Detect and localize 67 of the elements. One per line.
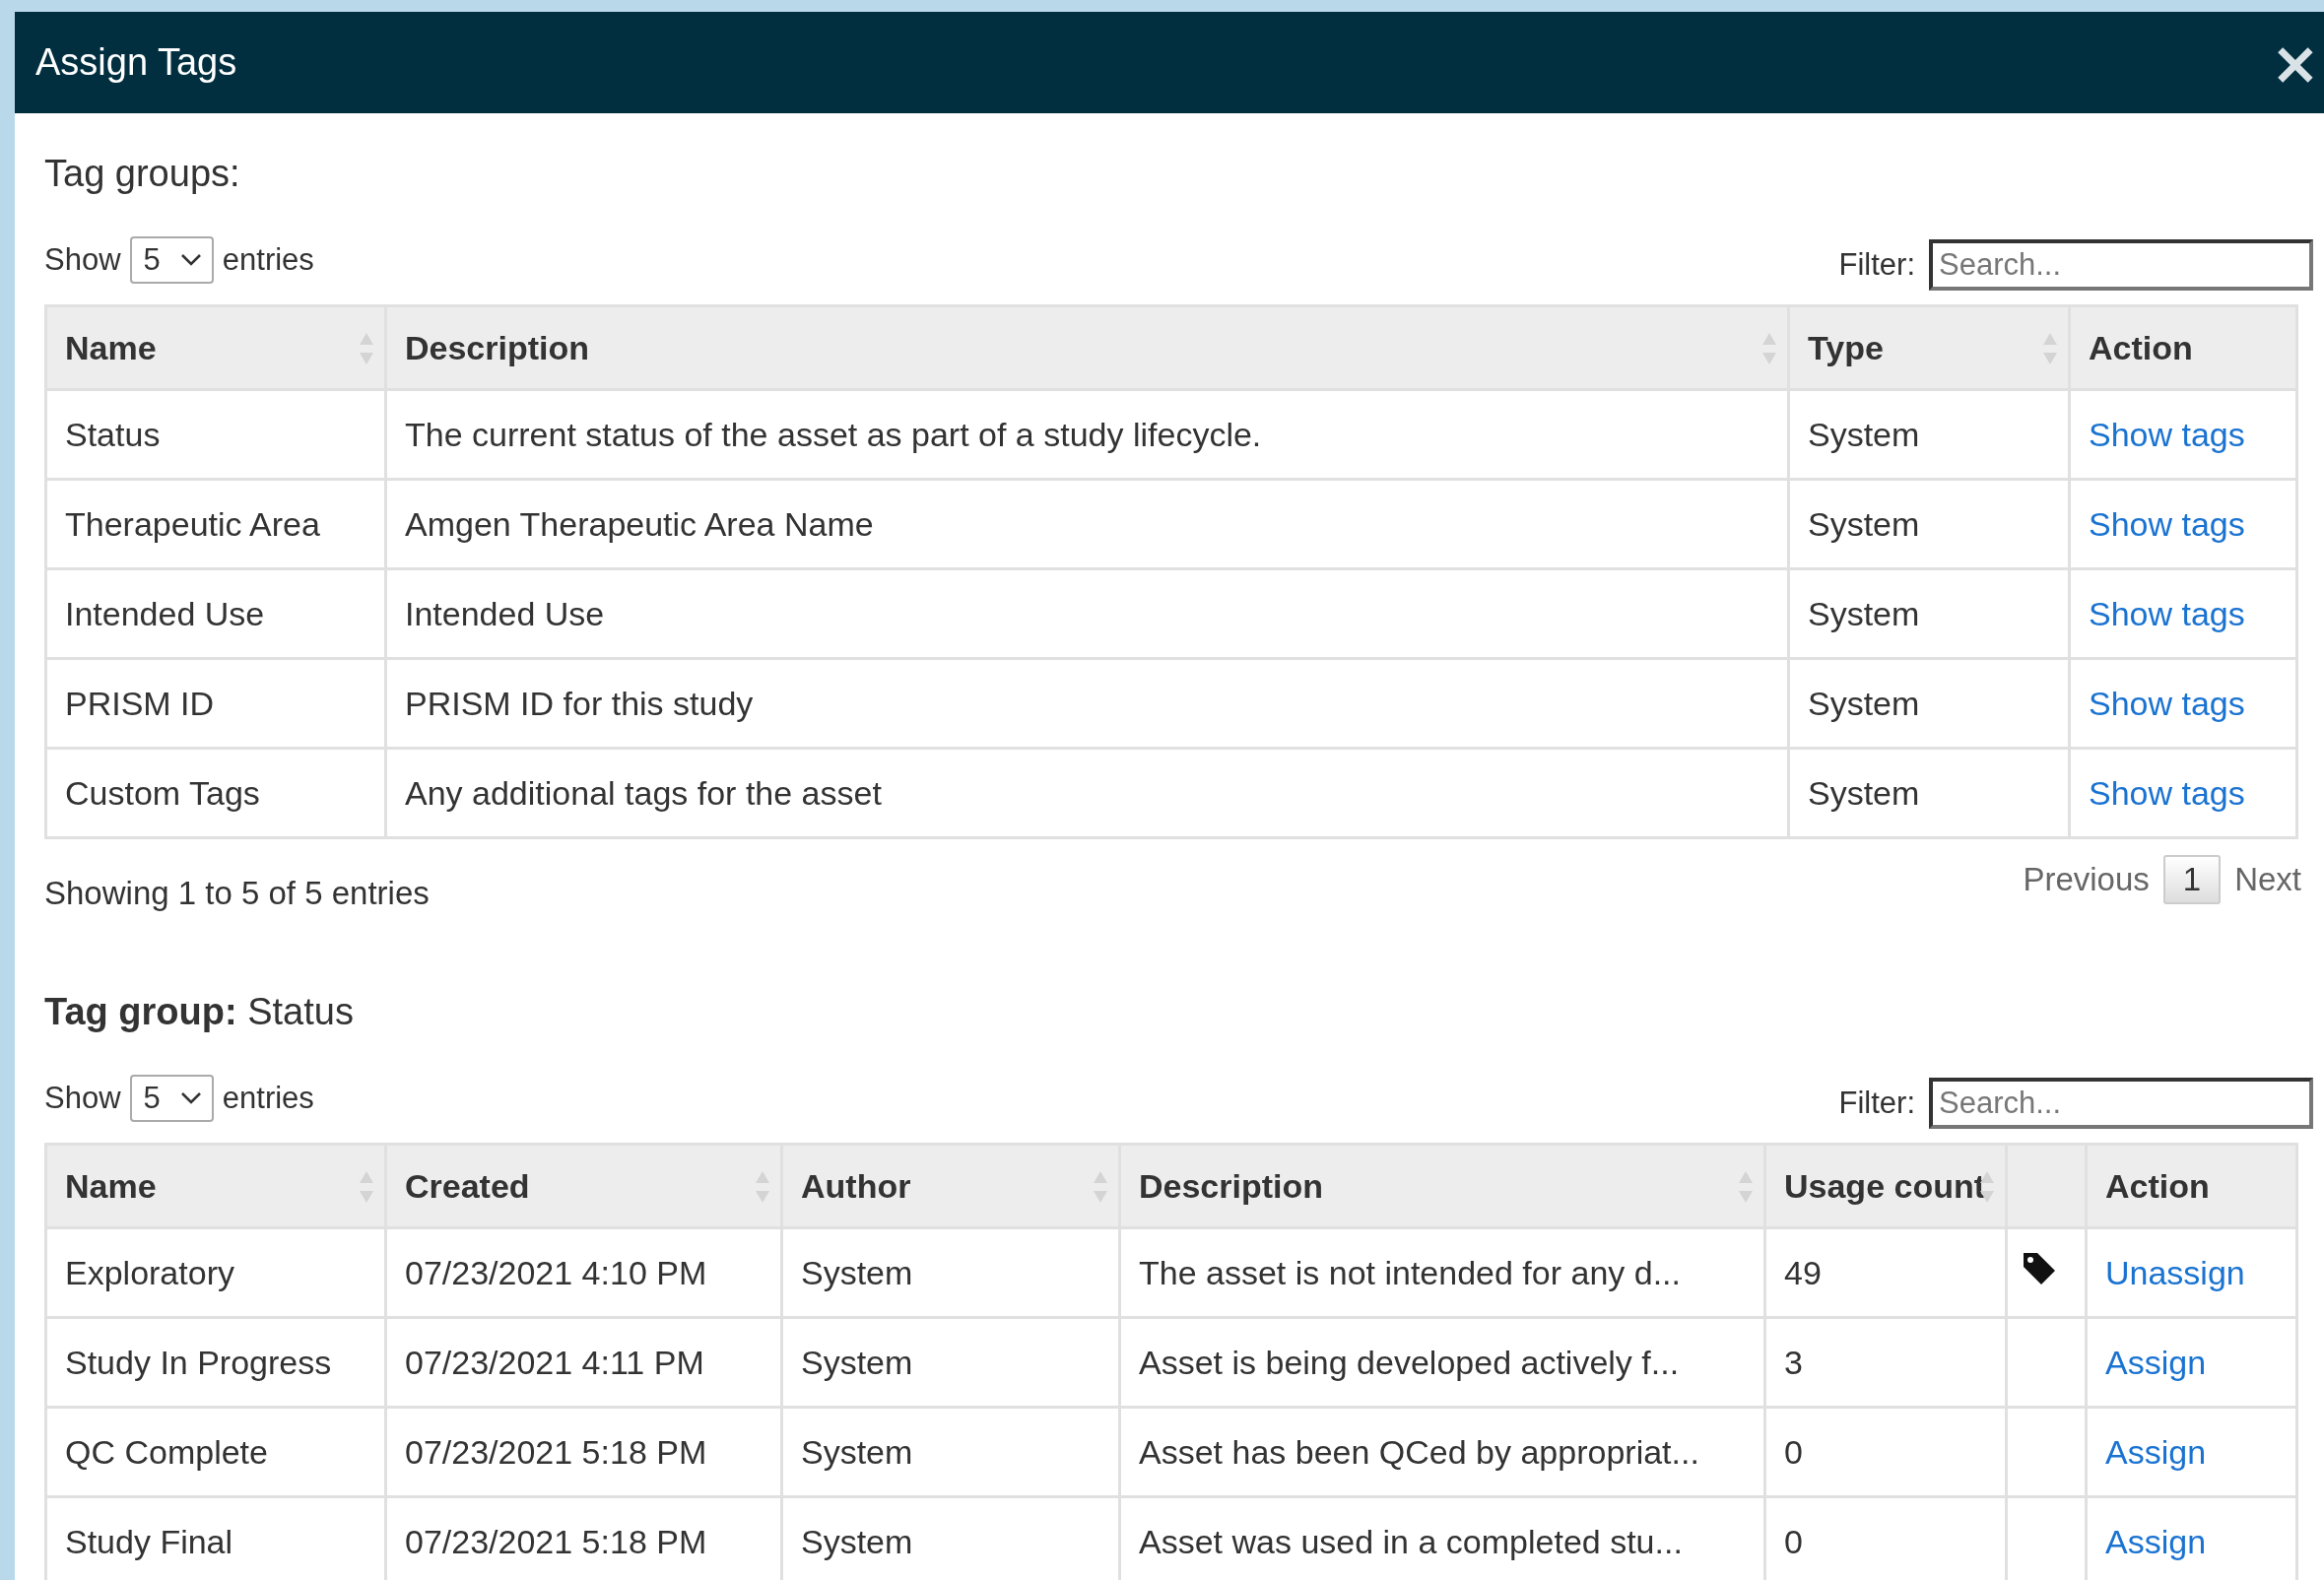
table-cell: 3 <box>1764 1317 2007 1408</box>
table-cell: System <box>781 1407 1120 1497</box>
entries-label: entries <box>222 1081 314 1116</box>
filter-label: Filter: <box>1838 247 1915 283</box>
table-cell: QC Complete <box>45 1407 386 1497</box>
table-cell: Custom Tags <box>45 748 386 838</box>
search-field[interactable]: Search... <box>1929 1078 2313 1129</box>
table-cell: 07/23/2021 5:18 PM <box>385 1407 782 1497</box>
search-field[interactable]: Search... <box>1929 239 2313 291</box>
sort-icon <box>359 332 374 365</box>
column-header[interactable]: Usage count <box>1764 1144 2007 1228</box>
table-cell: Exploratory <box>45 1227 386 1318</box>
table-cell: Therapeutic Area <box>45 479 386 569</box>
table-cell: Study In Progress <box>45 1317 386 1408</box>
table-cell: The current status of the asset as part of a study lifecycle. <box>385 389 1789 480</box>
table-cell: 0 <box>1764 1407 2007 1497</box>
table-cell: System <box>781 1227 1120 1318</box>
table-cell: Any additional tags for the asset <box>385 748 1789 838</box>
column-header[interactable]: Created <box>385 1144 782 1228</box>
table-cell: 07/23/2021 4:11 PM <box>385 1317 782 1408</box>
entries-dropdown[interactable]: 5 <box>129 1075 214 1122</box>
column-header[interactable]: Name <box>45 305 386 390</box>
sort-icon <box>1761 332 1777 365</box>
table-cell: Status <box>45 389 386 480</box>
table-cell: Intended Use <box>385 568 1789 659</box>
dialog-title: Assign Tags <box>35 41 237 84</box>
show-label: Show <box>44 242 121 278</box>
table-cell: Study Final <box>45 1496 386 1580</box>
table-cell: Asset has been QCed by appropriat... <box>1119 1407 1765 1497</box>
table-cell: System <box>1788 479 2070 569</box>
table-cell: System <box>1788 748 2070 838</box>
chevron-down-icon <box>179 253 202 267</box>
table-cell: 07/23/2021 4:10 PM <box>385 1227 782 1318</box>
table-cell: System <box>1788 658 2070 749</box>
sort-icon <box>755 1170 770 1204</box>
section-heading: Tag group: Status <box>44 990 355 1034</box>
column-header[interactable]: Type <box>1788 305 2070 390</box>
page-button[interactable]: 1 <box>2162 855 2222 904</box>
filter-label: Filter: <box>1838 1086 1915 1121</box>
table-cell: Intended Use <box>45 568 386 659</box>
column-header[interactable]: Name <box>45 1144 386 1228</box>
sort-icon <box>1738 1170 1754 1204</box>
table-cell: PRISM ID for this study <box>385 658 1789 749</box>
sort-icon <box>359 1170 374 1204</box>
sort-icon <box>1093 1170 1108 1204</box>
sort-icon <box>2042 332 2058 365</box>
column-header: Action <box>2086 1144 2297 1228</box>
table-cell: Asset is being developed actively f... <box>1119 1317 1765 1408</box>
table-cell: PRISM ID <box>45 658 386 749</box>
table-cell: Amgen Therapeutic Area Name <box>385 479 1789 569</box>
column-header[interactable]: Author <box>781 1144 1120 1228</box>
table-cell: System <box>1788 389 2070 480</box>
entries-info: Showing 1 to 5 of 5 entries <box>44 875 430 912</box>
table-cell: System <box>781 1317 1120 1408</box>
table-cell: System <box>1788 568 2070 659</box>
table-cell: 49 <box>1764 1227 2007 1318</box>
show-label: Show <box>44 1081 121 1116</box>
table-cell: The asset is not intended for any d... <box>1119 1227 1765 1318</box>
column-header: Action <box>2069 305 2297 390</box>
section-heading: Tag groups: <box>44 152 241 196</box>
chevron-down-icon <box>179 1091 202 1105</box>
entries-label: entries <box>222 242 314 278</box>
close-button[interactable]: × <box>2270 33 2324 93</box>
tag-icon <box>2022 1251 2057 1286</box>
column-header[interactable]: Description <box>1119 1144 1765 1228</box>
column-header[interactable]: Description <box>385 305 1789 390</box>
entries-dropdown[interactable]: 5 <box>129 236 214 284</box>
